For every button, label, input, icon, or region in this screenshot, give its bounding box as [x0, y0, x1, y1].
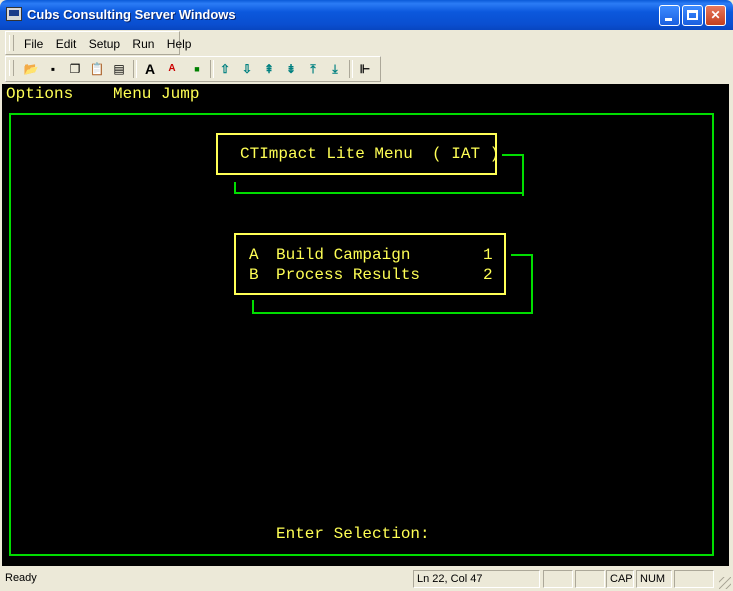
minimize-button[interactable] [659, 5, 680, 26]
minimize-icon [665, 18, 672, 21]
menu-setup[interactable]: Setup [89, 37, 120, 51]
toolbar-separator [210, 60, 214, 78]
menu-title: CTImpact Lite Menu ( IAT ) [240, 145, 500, 163]
menu-help[interactable]: Help [167, 37, 192, 51]
status-bar: Ready Ln 22, Col 47 CAP NUM [0, 568, 733, 591]
menu-bar: File Edit Setup Run Help [5, 31, 191, 55]
options-shadow [252, 300, 254, 314]
status-cap: CAP [606, 570, 634, 588]
status-num: NUM [636, 570, 672, 588]
menu-edit[interactable]: Edit [56, 37, 77, 51]
app-window: Cubs Consulting Server Windows ✕ File Ed… [0, 0, 733, 591]
maximize-button[interactable] [682, 5, 703, 26]
status-empty-3 [674, 570, 714, 588]
copy-icon[interactable]: ❐ [66, 60, 84, 78]
toolbar-separator [349, 60, 353, 78]
status-empty-1 [543, 570, 573, 588]
screen-border [9, 113, 714, 556]
menu-jump-menu[interactable]: Menu Jump [113, 85, 199, 103]
option-number: 2 [483, 266, 493, 284]
option-label[interactable]: Build Campaign [276, 246, 410, 264]
status-position: Ln 22, Col 47 [413, 570, 540, 588]
status-empty-2 [575, 570, 605, 588]
title-shadow [234, 192, 524, 194]
toolbar-separator [133, 60, 137, 78]
options-shadow [531, 254, 533, 314]
toolbar-grip-icon[interactable] [9, 60, 14, 76]
open-folder-icon[interactable]: 📂 [22, 60, 40, 78]
options-box: A Build Campaign 1 B Process Results 2 [234, 233, 506, 295]
dot-icon[interactable]: ■ [188, 60, 206, 78]
title-bar[interactable]: Cubs Consulting Server Windows ✕ [0, 0, 733, 30]
bottom-icon[interactable]: ⤓ [326, 60, 344, 78]
menubar-grip-icon[interactable] [9, 35, 14, 51]
option-label[interactable]: Process Results [276, 266, 420, 284]
menu-title-box: CTImpact Lite Menu ( IAT ) [216, 133, 500, 175]
selection-prompt: Enter Selection: [276, 525, 430, 543]
font-large-icon[interactable]: A [141, 60, 159, 78]
toolbar: 📂 ▪ ❐ 📋 ▤ A A ■ ⇧ ⇩ ⇞ ⇟ ⤒ ⤓ ⊩ [5, 56, 381, 82]
title-shadow [502, 154, 524, 156]
window-title: Cubs Consulting Server Windows [27, 7, 236, 22]
menu-file[interactable]: File [24, 37, 43, 51]
resize-grip-icon[interactable] [719, 577, 731, 589]
font-small-icon[interactable]: A [163, 60, 181, 78]
options-shadow [252, 312, 533, 314]
page-down-icon[interactable]: ⇟ [282, 60, 300, 78]
arrow-up-icon[interactable]: ⇧ [216, 60, 234, 78]
connect-icon[interactable]: ⊩ [356, 60, 374, 78]
terminal-screen[interactable]: Options Menu Jump CTImpact Lite Menu ( I… [2, 84, 729, 566]
menu-run[interactable]: Run [132, 37, 154, 51]
paste-special-icon[interactable]: ▤ [110, 60, 128, 78]
option-key[interactable]: A [249, 246, 259, 264]
close-button[interactable]: ✕ [705, 5, 726, 26]
option-key[interactable]: B [249, 266, 259, 284]
maximize-icon [687, 10, 698, 20]
title-shadow [522, 154, 524, 196]
options-menu[interactable]: Options [6, 85, 73, 103]
option-number: 1 [483, 246, 493, 264]
status-ready: Ready [5, 572, 37, 584]
title-shadow [234, 182, 236, 194]
options-shadow [511, 254, 533, 256]
save-disk-icon[interactable]: ▪ [44, 60, 62, 78]
close-icon: ✕ [710, 8, 721, 22]
arrow-down-icon[interactable]: ⇩ [238, 60, 256, 78]
terminal-app-icon[interactable] [6, 7, 22, 21]
paste-icon[interactable]: 📋 [88, 60, 106, 78]
page-up-icon[interactable]: ⇞ [260, 60, 278, 78]
top-icon[interactable]: ⤒ [304, 60, 322, 78]
